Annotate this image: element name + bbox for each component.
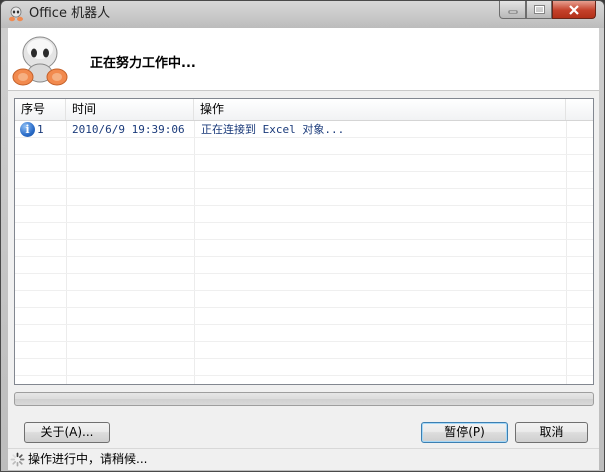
close-button[interactable] bbox=[552, 1, 596, 19]
empty-row bbox=[15, 291, 593, 308]
cancel-button[interactable]: 取消 bbox=[515, 422, 588, 443]
status-text: 操作进行中，请稍候... bbox=[28, 452, 148, 466]
empty-row bbox=[15, 206, 593, 223]
loading-spinner-icon bbox=[10, 452, 25, 467]
row-index: 1 bbox=[37, 123, 44, 136]
empty-row bbox=[15, 189, 593, 206]
empty-row bbox=[15, 308, 593, 325]
row-action: 正在连接到 Excel 对象... bbox=[201, 123, 345, 136]
app-window: Office 机器人 正在努力工作中... 序号 时间 操作 i 1 2010/… bbox=[0, 0, 605, 472]
empty-row bbox=[15, 342, 593, 359]
robot-app-icon bbox=[9, 6, 23, 22]
robot-mascot-icon bbox=[12, 36, 68, 86]
column-header-action[interactable]: 操作 bbox=[194, 99, 566, 120]
empty-row bbox=[15, 155, 593, 172]
info-icon: i bbox=[20, 122, 35, 137]
list-header: 序号 时间 操作 bbox=[15, 99, 593, 121]
empty-row bbox=[15, 223, 593, 240]
about-button[interactable]: 关于(A)... bbox=[24, 422, 110, 443]
minimize-button[interactable] bbox=[499, 1, 526, 19]
close-icon bbox=[569, 4, 579, 15]
dialog-client-area: 正在努力工作中... 序号 时间 操作 i 1 2010/6/9 19:39:06 正… bbox=[8, 28, 599, 470]
maximize-button[interactable] bbox=[526, 1, 552, 19]
pause-button[interactable]: 暂停(P) bbox=[421, 422, 508, 443]
empty-row bbox=[15, 359, 593, 376]
column-header-index[interactable]: 序号 bbox=[15, 99, 66, 120]
window-title: Office 机器人 bbox=[29, 6, 111, 21]
empty-row bbox=[15, 138, 593, 155]
status-heading: 正在努力工作中... bbox=[90, 56, 196, 71]
empty-row bbox=[15, 325, 593, 342]
column-header-time[interactable]: 时间 bbox=[66, 99, 194, 120]
progress-bar bbox=[14, 392, 594, 406]
log-list[interactable]: 序号 时间 操作 i 1 2010/6/9 19:39:06 正在连接到 Excel … bbox=[14, 98, 594, 385]
empty-row bbox=[15, 274, 593, 291]
maximize-icon bbox=[533, 5, 545, 14]
table-row[interactable]: i 1 2010/6/9 19:39:06 正在连接到 Excel 对象... bbox=[15, 121, 593, 138]
title-bar[interactable]: Office 机器人 bbox=[1, 1, 604, 28]
status-bar: 操作进行中，请稍候... bbox=[8, 448, 599, 470]
empty-row bbox=[15, 240, 593, 257]
column-header-filler bbox=[566, 99, 593, 120]
row-time: 2010/6/9 19:39:06 bbox=[72, 123, 185, 136]
empty-row bbox=[15, 257, 593, 274]
empty-row bbox=[15, 172, 593, 189]
minimize-icon bbox=[508, 10, 517, 13]
header-panel: 正在努力工作中... bbox=[8, 28, 599, 91]
